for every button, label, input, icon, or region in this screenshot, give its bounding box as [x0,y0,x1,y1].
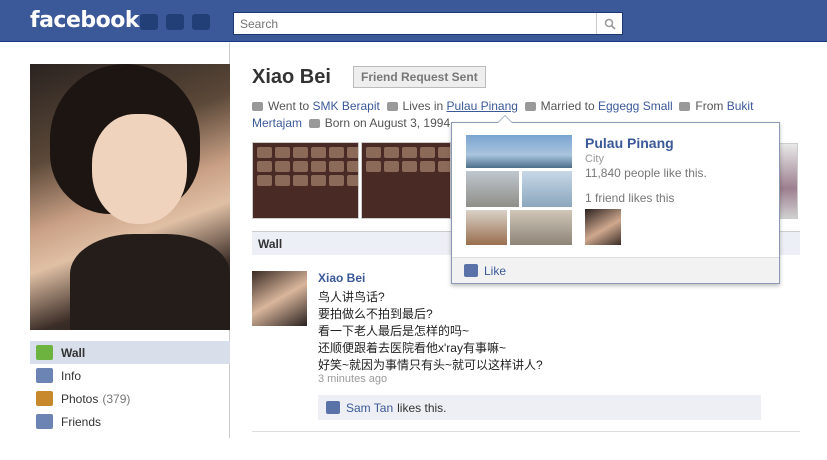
post-timestamp[interactable]: 3 minutes ago [318,373,387,385]
hovercard-friends: 1 friend likes this [585,191,675,205]
birthday-text: Born on August 3, 1994 [324,116,451,130]
messages-icon[interactable] [166,14,184,30]
heart-icon [524,102,536,112]
hovercard-category: City [585,153,604,165]
friends-request-icon[interactable] [140,14,158,30]
hometown-link-2[interactable]: Mertajam [252,116,302,130]
profile-picture[interactable] [30,64,230,330]
notifications-icon[interactable] [192,14,210,30]
thumbs-up-icon [464,264,478,277]
nav-item-wall[interactable]: Wall [30,341,230,364]
friends-icon [36,414,53,429]
friend-request-button[interactable]: Friend Request Sent [353,66,486,88]
photo-thumb[interactable] [361,142,451,219]
from-label: From [695,99,724,113]
profile-name: Xiao Bei [252,66,331,88]
search-input[interactable] [234,13,594,34]
photo-thumb[interactable] [778,143,798,219]
nav-item-info[interactable]: Info [30,364,230,387]
hovercard-like-bar[interactable]: Like [452,257,779,283]
hovercard-title[interactable]: Pulau Pinang [585,135,674,151]
hometown-link-1[interactable]: Bukit [727,99,754,113]
jewel-icons [140,14,210,30]
post-author-name[interactable]: Xiao Bei [318,271,365,285]
likes-text: likes this. [397,400,447,415]
post-author-avatar[interactable] [252,271,307,326]
hovercard-photo[interactable] [522,171,572,207]
city-link[interactable]: Pulau Pinang [447,99,518,113]
went-to-label: Went to [268,99,310,113]
hovercard-photo[interactable] [466,135,572,168]
photos-count: (379) [102,391,131,406]
profile-nav: Wall Info Photos (379) Friends [30,341,230,433]
photos-icon [36,391,53,406]
search-icon [604,18,616,30]
nav-label: Friends [61,414,102,429]
post-line: 看一下老人最后是怎样的吗~ [318,324,470,338]
friend-avatar[interactable] [585,209,621,245]
liker-link[interactable]: Sam Tan [346,401,393,415]
education-icon [252,102,263,112]
place-hovercard: Pulau Pinang City 11,840 people like thi… [451,115,780,284]
post-line: 好笑~就因为事情只有头~就可以这样讲人? [318,358,543,372]
nav-item-photos[interactable]: Photos (379) [30,387,230,410]
facebook-logo[interactable]: facebook [30,8,140,33]
wall-icon [36,345,53,360]
post-divider [252,431,800,432]
nav-label: Wall [61,345,86,360]
nav-item-friends[interactable]: Friends [30,410,230,433]
school-link[interactable]: SMK Berapit [312,99,379,113]
top-bar: facebook [0,0,827,42]
post-body: 鸟人讲鸟话? 要拍做么不拍到最后? 看一下老人最后是怎样的吗~ 还顺便跟着去医院… [318,289,543,374]
birthday-icon [308,119,320,129]
hovercard-likes: 11,840 people like this. [585,166,707,180]
nav-label: Info [61,368,82,383]
post-line: 还顺便跟着去医院看他x'ray有事嘛~ [318,341,506,355]
hovercard-photo[interactable] [466,171,519,207]
post-likes-bar: Sam Tan likes this. [318,395,761,420]
hovercard-photo[interactable] [510,210,572,245]
home-icon [679,102,691,112]
info-icon [36,368,53,383]
post-line: 要拍做么不拍到最后? [318,307,433,321]
post-line: 鸟人讲鸟话? [318,290,385,304]
search-box [233,12,623,35]
spouse-link[interactable]: Eggegg Small [598,99,673,113]
married-label: Married to [540,99,595,113]
location-icon [386,102,398,112]
thumbs-up-icon [326,401,340,414]
lives-label: Lives in [402,99,444,113]
photo-thumb[interactable] [252,142,359,219]
like-button[interactable]: Like [484,264,506,278]
nav-label: Photos [61,391,99,406]
search-button[interactable] [596,13,622,34]
hovercard-photo[interactable] [466,210,507,245]
